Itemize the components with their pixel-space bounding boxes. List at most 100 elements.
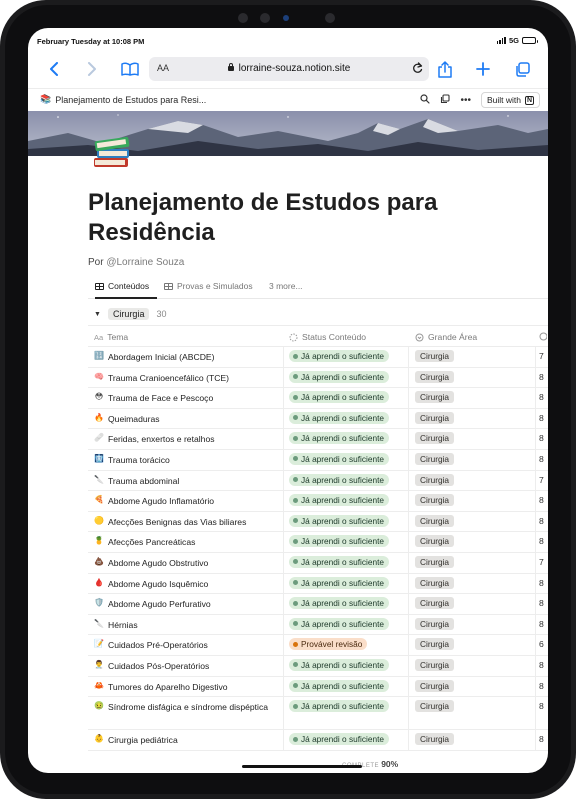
caret-down-icon[interactable]: ▼ <box>94 311 101 318</box>
cell-extra[interactable]: 8 <box>537 594 548 614</box>
cell-area[interactable]: Cirurgia <box>409 697 536 730</box>
cell-area[interactable]: Cirurgia <box>409 470 536 491</box>
tab-conteudos[interactable]: Conteúdos <box>95 281 149 291</box>
table-row[interactable]: 👨‍⚕️ Cuidados Pós-Operatórios Já aprendi o… <box>88 655 548 677</box>
cell-status[interactable]: Provável revisão <box>284 635 409 655</box>
cell-extra[interactable]: 8 <box>537 368 548 388</box>
cell-extra[interactable]: 8 <box>537 656 548 676</box>
cell-area[interactable]: Cirurgia <box>409 635 536 655</box>
tema-title[interactable]: Tumores do Aparelho Digestivo <box>108 681 228 693</box>
cell-area[interactable]: Cirurgia <box>409 408 536 429</box>
cell-area[interactable]: Cirurgia <box>409 552 536 573</box>
tema-title[interactable]: Trauma de Face e Pescoço <box>108 392 213 404</box>
cell-status[interactable]: Já aprendi o suficiente <box>284 408 409 429</box>
table-row[interactable]: 🩻 Trauma torácico Já aprendi o suficiente C… <box>88 449 548 471</box>
tema-title[interactable]: Cirurgia pediátrica <box>108 734 178 746</box>
cell-extra[interactable]: 7 <box>537 553 548 573</box>
cell-tema[interactable]: 🔥 Queimaduras <box>88 408 284 429</box>
cell-status[interactable]: Já aprendi o suficiente <box>284 449 409 470</box>
cell-tema[interactable]: 🩹 Feridas, enxertos e retalhos <box>88 429 284 449</box>
new-tab-button[interactable] <box>471 57 495 81</box>
cell-status[interactable]: Já aprendi o suficiente <box>284 429 409 449</box>
tema-title[interactable]: Abordagem Inicial (ABCDE) <box>108 351 215 363</box>
back-button[interactable] <box>42 57 66 81</box>
forward-button[interactable] <box>80 57 104 81</box>
cell-tema[interactable]: 🧠 Trauma Cranioencefálico (TCE) <box>88 367 284 388</box>
table-row[interactable]: 🩸 Abdome Agudo Isquêmico Já aprendi o sufi… <box>88 573 548 595</box>
table-row[interactable]: 🩹 Feridas, enxertos e retalhos Já aprendi … <box>88 429 548 450</box>
cell-status[interactable]: Já aprendi o suficiente <box>284 676 409 697</box>
table-row[interactable]: 🔪 Hérnias Já aprendi o suficiente Cirurgia 8 <box>88 614 548 636</box>
cell-area[interactable]: Cirurgia <box>409 676 536 697</box>
cell-area[interactable]: Cirurgia <box>409 614 536 635</box>
cell-area[interactable]: Cirurgia <box>409 429 536 449</box>
author-mention[interactable]: @Lorraine Souza <box>106 257 184 268</box>
search-icon[interactable] <box>420 93 431 107</box>
built-with-button[interactable]: Built with N <box>480 92 540 108</box>
table-row[interactable]: 🟡 Afecções Benignas das Vias biliares Já a… <box>88 511 548 533</box>
cell-tema[interactable]: 🔢 Abordagem Inicial (ABCDE) <box>88 347 284 367</box>
cell-status[interactable]: Já aprendi o suficiente <box>284 532 409 552</box>
cell-tema[interactable]: 🔪 Hérnias <box>88 614 284 635</box>
tema-title[interactable]: Trauma torácico <box>108 454 170 466</box>
tema-title[interactable]: Hérnias <box>108 619 138 631</box>
cell-tema[interactable]: 🩸 Abdome Agudo Isquêmico <box>88 573 284 594</box>
table-row[interactable]: 💩 Abdome Agudo Obstrutivo Já aprendi o suf… <box>88 552 548 574</box>
table-row[interactable]: 🧠 Trauma Cranioencefálico (TCE) Já aprendi… <box>88 367 548 389</box>
table-row[interactable]: 🦀 Tumores do Aparelho Digestivo Já aprendi… <box>88 676 548 698</box>
cell-tema[interactable]: 💩 Abdome Agudo Obstrutivo <box>88 552 284 573</box>
column-header-extra[interactable] <box>539 332 547 341</box>
cell-extra[interactable]: 8 <box>537 409 548 429</box>
cell-extra[interactable]: 7 <box>537 347 548 367</box>
cell-area[interactable]: Cirurgia <box>409 730 536 750</box>
cell-area[interactable]: Cirurgia <box>409 573 536 594</box>
cell-extra[interactable]: 7 <box>537 471 548 491</box>
cell-tema[interactable]: 🩻 Trauma torácico <box>88 449 284 470</box>
cell-extra[interactable]: 8 <box>537 697 548 729</box>
cell-extra[interactable]: 8 <box>537 388 548 408</box>
cell-area[interactable]: Cirurgia <box>409 655 536 676</box>
bookmarks-button[interactable] <box>118 57 142 81</box>
cell-extra[interactable]: 8 <box>537 491 548 511</box>
cell-tema[interactable]: 🍍 Afecções Pancreáticas <box>88 532 284 552</box>
cell-status[interactable]: Já aprendi o suficiente <box>284 552 409 573</box>
cell-extra[interactable]: 8 <box>537 512 548 532</box>
cell-extra[interactable]: 8 <box>537 429 548 449</box>
tema-title[interactable]: Cuidados Pós-Operatórios <box>108 660 209 672</box>
cell-status[interactable]: Já aprendi o suficiente <box>284 367 409 388</box>
table-row[interactable]: 😳 Trauma de Face e Pescoço Já aprendi o su… <box>88 388 548 409</box>
cell-extra[interactable]: 8 <box>537 532 548 552</box>
cell-area[interactable]: Cirurgia <box>409 388 536 408</box>
cell-area[interactable]: Cirurgia <box>409 367 536 388</box>
cell-extra[interactable]: 8 <box>537 615 548 635</box>
tema-title[interactable]: Síndrome disfágica e síndrome dispéptica <box>108 701 268 713</box>
cell-area[interactable]: Cirurgia <box>409 532 536 552</box>
cell-status[interactable]: Já aprendi o suficiente <box>284 388 409 408</box>
cell-status[interactable]: Já aprendi o suficiente <box>284 491 409 511</box>
cell-status[interactable]: Já aprendi o suficiente <box>284 730 409 750</box>
cell-tema[interactable]: 😳 Trauma de Face e Pescoço <box>88 388 284 408</box>
table-row[interactable]: 🛡️ Abdome Agudo Perfurativo Já aprendi o s… <box>88 594 548 615</box>
tema-title[interactable]: Queimaduras <box>108 413 160 425</box>
tema-title[interactable]: Feridas, enxertos e retalhos <box>108 433 215 445</box>
more-icon[interactable]: ••• <box>460 95 471 106</box>
cell-extra[interactable]: 8 <box>537 677 548 697</box>
cell-extra[interactable]: 6 <box>537 635 548 655</box>
cell-tema[interactable]: 🟡 Afecções Benignas das Vias biliares <box>88 511 284 532</box>
tema-title[interactable]: Abdome Agudo Perfurativo <box>108 598 211 610</box>
address-bar[interactable]: AA lorraine-souza.notion.site <box>149 57 429 81</box>
table-row[interactable]: 🔪 Trauma abdominal Já aprendi o suficiente… <box>88 470 548 492</box>
home-indicator[interactable] <box>242 765 362 768</box>
cell-status[interactable]: Já aprendi o suficiente <box>284 347 409 367</box>
cell-area[interactable]: Cirurgia <box>409 449 536 470</box>
column-header-status[interactable]: Status Conteúdo <box>289 332 366 342</box>
cell-extra[interactable]: 8 <box>537 574 548 594</box>
cell-area[interactable]: Cirurgia <box>409 347 536 367</box>
table-row[interactable]: 🍕 Abdome Agudo Inflamatório Já aprendi o s… <box>88 491 548 512</box>
cell-extra[interactable]: 8 <box>537 730 548 750</box>
tema-title[interactable]: Abdome Agudo Isquêmico <box>108 578 208 590</box>
tema-title[interactable]: Cuidados Pré-Operatórios <box>108 639 208 651</box>
cell-tema[interactable]: 🍕 Abdome Agudo Inflamatório <box>88 491 284 511</box>
reload-button[interactable] <box>412 62 423 77</box>
cell-tema[interactable]: 🔪 Trauma abdominal <box>88 470 284 491</box>
